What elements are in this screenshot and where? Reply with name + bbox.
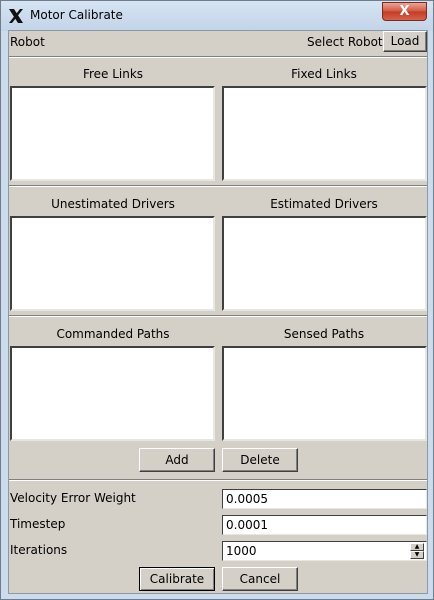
free-links-title: Free Links: [82, 67, 144, 81]
load-button[interactable]: Load: [383, 31, 427, 52]
iterations-label: Iterations: [10, 543, 68, 557]
title-bar[interactable]: Motor Calibrate X: [1, 1, 433, 31]
spin-up-icon[interactable]: ▲: [410, 543, 424, 551]
fixed-links-title: Fixed Links: [291, 67, 357, 81]
motor-calibrate-window: Motor Calibrate X Robot Select Robot Loa…: [0, 0, 434, 600]
separator: [9, 185, 427, 187]
sensed-paths-list[interactable]: [222, 346, 427, 441]
timestep-label: Timestep: [10, 517, 66, 531]
commanded-paths-list[interactable]: [10, 346, 215, 441]
unestimated-drivers-title: Unestimated Drivers: [51, 197, 175, 211]
iterations-field[interactable]: 1000: [222, 541, 427, 561]
separator: [9, 479, 427, 481]
delete-button[interactable]: Delete: [222, 448, 298, 472]
x-app-icon: [9, 9, 23, 23]
separator: [9, 315, 427, 317]
free-links-list[interactable]: [10, 86, 215, 181]
sensed-paths-title: Sensed Paths: [283, 327, 365, 341]
velocity-error-weight-field[interactable]: 0.0005: [222, 489, 427, 509]
estimated-drivers-list[interactable]: [222, 216, 427, 311]
estimated-drivers-title: Estimated Drivers: [270, 197, 378, 211]
cancel-button[interactable]: Cancel: [222, 567, 298, 591]
client-area: Robot Select Robot Load Free Links Fixed…: [8, 30, 428, 594]
separator: [9, 56, 427, 58]
velocity-error-weight-label: Velocity Error Weight: [10, 491, 136, 505]
calibrate-button[interactable]: Calibrate: [139, 567, 215, 591]
select-robot-label: Select Robot: [307, 35, 383, 49]
window-title: Motor Calibrate: [30, 8, 123, 22]
iterations-spinner[interactable]: ▲ ▼: [410, 543, 424, 559]
add-button[interactable]: Add: [139, 448, 215, 472]
unestimated-drivers-list[interactable]: [10, 216, 215, 311]
fixed-links-list[interactable]: [222, 86, 427, 181]
robot-label: Robot: [10, 35, 45, 49]
commanded-paths-title: Commanded Paths: [56, 327, 170, 341]
spin-down-icon[interactable]: ▼: [410, 551, 424, 559]
timestep-field[interactable]: 0.0001: [222, 515, 427, 535]
close-icon: X: [399, 4, 410, 19]
close-button[interactable]: X: [382, 2, 427, 21]
